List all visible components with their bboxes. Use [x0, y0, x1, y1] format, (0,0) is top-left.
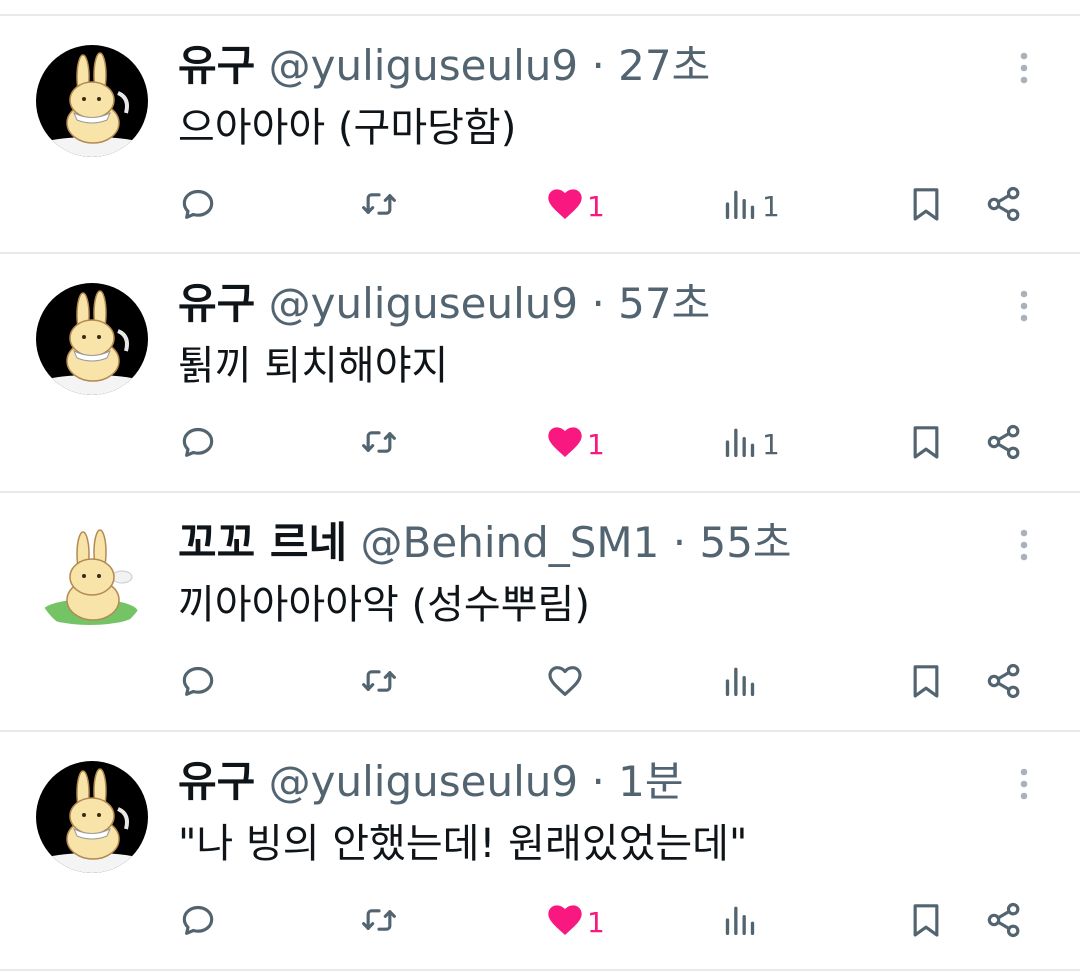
bookmark-icon	[906, 661, 946, 705]
separator-dot: ·	[591, 279, 605, 328]
retweet-button[interactable]	[358, 892, 400, 952]
display-name[interactable]: 유구	[178, 757, 255, 806]
views-button[interactable]	[720, 892, 762, 952]
display-name[interactable]: 꼬꼬 르네	[178, 518, 347, 567]
more-icon[interactable]	[1008, 760, 1040, 808]
heart-icon	[545, 184, 585, 228]
retweet-button[interactable]	[358, 653, 400, 713]
like-count: 1	[587, 905, 605, 939]
more-icon[interactable]	[1008, 44, 1040, 92]
like-count: 1	[587, 189, 605, 223]
like-button[interactable]: 1	[545, 176, 605, 236]
reply-button[interactable]	[178, 653, 218, 713]
tweet-header: 유구 @yuliguseulu9 · 27초	[178, 42, 710, 90]
avatar[interactable]	[36, 761, 148, 873]
retweet-icon	[358, 422, 400, 466]
more-icon[interactable]	[1008, 282, 1040, 330]
bookmark-icon	[906, 422, 946, 466]
share-icon	[984, 184, 1024, 228]
action-bar	[0, 653, 1080, 713]
tweet-text: 으아아아 (구마당함)	[178, 105, 517, 151]
tweet[interactable]: 유구 @yuliguseulu9 · 27초 으아아아 (구마당함) 1 1	[0, 16, 1080, 252]
bookmark-button[interactable]	[906, 892, 946, 952]
like-count: 1	[587, 427, 605, 461]
action-bar: 11	[0, 414, 1080, 474]
retweet-icon	[358, 900, 400, 944]
reply-icon	[178, 900, 218, 944]
action-bar: 11	[0, 176, 1080, 236]
retweet-icon	[358, 661, 400, 705]
bookmark-button[interactable]	[906, 176, 946, 236]
share-button[interactable]	[984, 176, 1024, 236]
tweet[interactable]: 유구 @yuliguseulu9 · 1분 "나 빙의 안했는데! 원래있었는데"…	[0, 732, 1080, 968]
separator-dot: ·	[591, 757, 605, 806]
retweet-button[interactable]	[358, 414, 400, 474]
share-icon	[984, 422, 1024, 466]
reply-icon	[178, 184, 218, 228]
heart-icon	[545, 900, 585, 944]
share-button[interactable]	[984, 892, 1024, 952]
share-icon	[984, 900, 1024, 944]
bookmark-icon	[906, 184, 946, 228]
views-icon	[720, 184, 760, 228]
retweet-button[interactable]	[358, 176, 400, 236]
timestamp[interactable]: 55초	[699, 518, 791, 567]
user-handle[interactable]: @yuliguseulu9	[269, 757, 578, 806]
tweet-text: "나 빙의 안했는데! 원래있었는데"	[178, 821, 748, 867]
timestamp[interactable]: 1분	[618, 757, 683, 806]
bookmark-icon	[906, 900, 946, 944]
share-button[interactable]	[984, 414, 1024, 474]
tweet-text: 퇽끼 퇴치해야지	[178, 343, 449, 389]
share-icon	[984, 661, 1024, 705]
reply-icon	[178, 422, 218, 466]
views-button[interactable]: 1	[720, 176, 780, 236]
user-handle[interactable]: @yuliguseulu9	[269, 41, 578, 90]
separator-dot: ·	[591, 41, 605, 90]
retweet-icon	[358, 184, 400, 228]
display-name[interactable]: 유구	[178, 41, 255, 90]
like-button[interactable]: 1	[545, 414, 605, 474]
display-name[interactable]: 유구	[178, 279, 255, 328]
reply-button[interactable]	[178, 892, 218, 952]
views-button[interactable]: 1	[720, 414, 780, 474]
views-icon	[720, 661, 760, 705]
user-handle[interactable]: @Behind_SM1	[361, 518, 660, 567]
more-icon[interactable]	[1008, 521, 1040, 569]
views-icon	[720, 900, 760, 944]
views-button[interactable]	[720, 653, 762, 713]
views-count: 1	[762, 427, 780, 461]
share-button[interactable]	[984, 653, 1024, 713]
separator-dot: ·	[672, 518, 687, 567]
reply-button[interactable]	[178, 414, 218, 474]
avatar[interactable]	[36, 283, 148, 395]
avatar[interactable]	[36, 522, 148, 634]
tweet[interactable]: 꼬꼬 르네 @Behind_SM1 · 55초끼아아아아악 (성수뿌림)	[0, 493, 1080, 729]
action-bar: 1	[0, 892, 1080, 952]
bookmark-button[interactable]	[906, 653, 946, 713]
like-button[interactable]	[545, 653, 587, 713]
timestamp[interactable]: 57초	[618, 279, 710, 328]
tweet-header: 꼬꼬 르네 @Behind_SM1 · 55초	[178, 519, 792, 567]
user-handle[interactable]: @yuliguseulu9	[269, 279, 578, 328]
reply-icon	[178, 661, 218, 705]
tweet-text: 끼아아아아악 (성수뿌림)	[178, 582, 590, 628]
avatar[interactable]	[36, 45, 148, 157]
reply-button[interactable]	[178, 176, 218, 236]
tweet-header: 유구 @yuliguseulu9 · 57초	[178, 280, 710, 328]
views-icon	[720, 422, 760, 466]
like-button[interactable]: 1	[545, 892, 605, 952]
bookmark-button[interactable]	[906, 414, 946, 474]
tweet[interactable]: 유구 @yuliguseulu9 · 57초 퇽끼 퇴치해야지 1 1	[0, 254, 1080, 490]
tweet-header: 유구 @yuliguseulu9 · 1분	[178, 758, 684, 806]
heart-icon	[545, 422, 585, 466]
timestamp[interactable]: 27초	[618, 41, 710, 90]
heart-icon	[545, 661, 585, 705]
divider	[0, 969, 1080, 971]
views-count: 1	[762, 189, 780, 223]
